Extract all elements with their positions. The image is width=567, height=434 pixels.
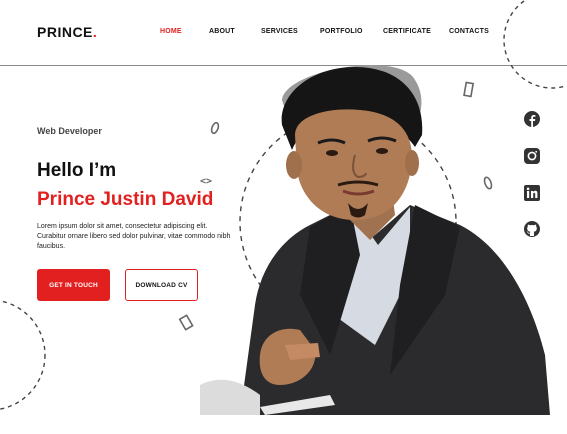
greeting-heading: Hello I’m [37,160,117,181]
role-subtitle: Web Developer [37,126,102,136]
nav-home-link[interactable]: HOME [160,28,182,35]
bracket-rect-decoration [178,314,194,331]
name-heading: Prince Justin David [37,189,214,210]
hero-description: Lorem ipsum dolor sit amet, consectetur … [37,223,231,250]
get-in-touch-button[interactable]: GET IN TOUCH [37,269,110,301]
nav-about-link[interactable]: ABOUT [209,28,235,35]
download-cv-button[interactable]: DOWNLOAD CV [125,269,198,301]
nav-services-link[interactable]: SERVICES [261,28,298,35]
nav-contacts-link[interactable]: CONTACTS [449,28,489,35]
github-icon[interactable] [523,220,541,238]
nav-portfolio-link[interactable]: PORTFOLIO [320,28,363,35]
nav-menu: HOME ABOUT SERVICES PORTFOLIO CERTIFICAT… [0,28,567,40]
dashed-circle-decoration-bottom-left [0,300,46,410]
profile-photo [200,65,550,415]
facebook-icon[interactable] [523,110,541,128]
linkedin-icon[interactable] [523,184,541,202]
nav-certificate-link[interactable]: CERTIFICATE [383,28,431,35]
instagram-icon[interactable] [523,147,541,165]
